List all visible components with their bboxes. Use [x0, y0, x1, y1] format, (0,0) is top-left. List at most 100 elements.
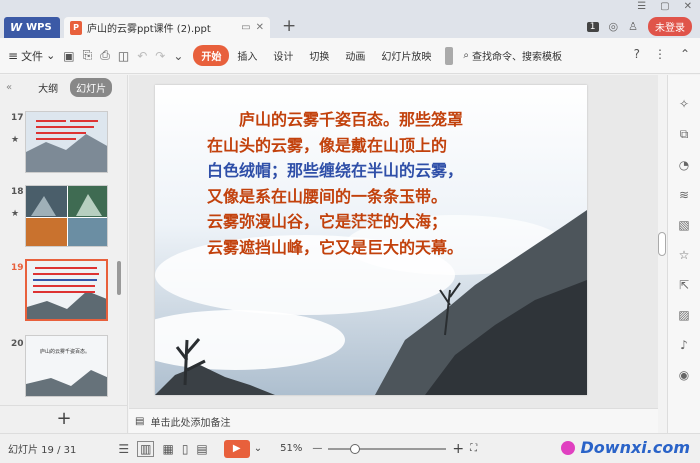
fit-window-icon[interactable]: ⛶	[470, 443, 477, 454]
slide-thumbnail[interactable]: 庐山的云雾千姿百态。	[25, 335, 108, 397]
poem-line: 又像是系在山腰间的一条条玉带。	[207, 186, 448, 206]
menu-icon[interactable]: ☰	[637, 1, 646, 12]
skin-icon[interactable]: ◎	[609, 20, 619, 33]
preview-icon[interactable]: ◫	[118, 49, 129, 63]
note-icon: ▤	[135, 415, 145, 427]
quick-access-toolbar: ▣ ⎘ ⎙ ◫ ↶ ↷ ⌄	[63, 48, 183, 63]
poem-line: 在山头的云雾，像是戴在山顶上的	[207, 135, 448, 155]
page-count-badge: 1	[586, 21, 599, 32]
play-options-icon[interactable]: ⌄	[254, 443, 262, 454]
shirt-icon[interactable]: ♙	[628, 20, 638, 33]
list-view-icon[interactable]: ☰	[118, 442, 129, 456]
poem-line: 云雾遮挡山峰，它又是巨大的天幕。	[207, 237, 464, 257]
tab-home[interactable]: 开始	[193, 45, 230, 66]
thumbnail-image	[27, 261, 106, 319]
document-tab-title: 庐山的云雾ppt课件 (2).ppt	[87, 24, 211, 35]
login-button[interactable]: 未登录	[648, 17, 692, 36]
more-vertical-icon[interactable]: ⋮	[654, 47, 666, 61]
command-search[interactable]: ⌕ 查找命令、搜索模板	[463, 48, 562, 63]
zoom-out-button[interactable]: —	[312, 443, 322, 454]
magic-wand-icon[interactable]: ✧	[679, 97, 689, 111]
command-search-label: 查找命令、搜索模板	[471, 52, 562, 63]
ppt-file-icon: P	[70, 20, 82, 35]
shape-icon[interactable]: ◔	[679, 158, 689, 172]
zoom-slider[interactable]	[328, 443, 447, 454]
thumbnail-text: 庐山的云雾千姿百态。	[40, 349, 91, 355]
notes-bar[interactable]: ▤ 单击此处添加备注	[129, 408, 658, 433]
star-icon: ★	[11, 209, 20, 219]
slide-number: 17	[11, 113, 24, 123]
notes-view-icon[interactable]: ▤	[196, 442, 207, 456]
thumbnail-image	[26, 186, 107, 246]
file-menu-label: 文件	[21, 49, 44, 63]
slide-thumbnail[interactable]	[25, 185, 108, 247]
zoom-in-button[interactable]: +	[452, 441, 464, 457]
animation-icon[interactable]: ♪	[680, 338, 688, 352]
tab-outline[interactable]: 大纲	[32, 78, 64, 97]
close-tab-icon[interactable]: ✕	[256, 22, 264, 33]
collapse-panel-icon[interactable]: «	[6, 82, 12, 93]
hamburger-icon: ≡	[8, 48, 19, 63]
title-bar: ☰ ▢ ✕ W WPS P 庐山的云雾ppt课件 (2).ppt ▭ ✕ + 1…	[0, 0, 700, 38]
minimize-icon[interactable]: ▢	[660, 1, 669, 12]
wps-logo-icon: W	[10, 21, 23, 34]
slide-number: 18	[11, 187, 24, 197]
zoom-level[interactable]: 51%	[280, 443, 302, 454]
current-slide[interactable]: 庐山的云雾千姿百态。那些笼罩 在山头的云雾，像是戴在山顶上的 白色绒帽；那些缠绕…	[155, 85, 587, 395]
picture-icon[interactable]: ▨	[678, 308, 689, 322]
slide-panel-scrollbar[interactable]	[117, 261, 121, 295]
logo-icon	[560, 440, 575, 455]
print-icon[interactable]: ⎙	[100, 48, 110, 63]
tab-slideshow[interactable]: 幻灯片放映	[373, 45, 439, 66]
file-menu[interactable]: ≡ 文件 ⌄	[8, 48, 55, 64]
ribbon-menu-bar: ≡ 文件 ⌄ ▣ ⎘ ⎙ ◫ ↶ ↷ ⌄ 开始 插入 设计 切换 动画 幻灯片放…	[0, 38, 700, 74]
collapse-ribbon-icon[interactable]: ⌃	[680, 47, 690, 61]
adjust-icon[interactable]: ≋	[679, 188, 689, 202]
add-slide-button[interactable]: +	[0, 405, 128, 433]
menubar-right: ? ⋮ ⌃	[634, 47, 690, 61]
sorter-view-icon[interactable]: ▦	[162, 442, 173, 456]
more-chevron-icon[interactable]: ⌄	[173, 49, 183, 63]
slide-panel: « 大纲 幻灯片 17 ★ 18 ★ 19 20 庐山的云雾千姿百态。	[0, 75, 128, 433]
new-tab-button[interactable]: +	[282, 16, 296, 36]
undo-icon[interactable]: ↶	[137, 49, 147, 63]
tab-slides[interactable]: 幻灯片	[70, 77, 113, 97]
normal-view-icon[interactable]: ▥	[137, 440, 155, 457]
image-tool-icon[interactable]: ▧	[678, 218, 689, 232]
slide-number: 20	[11, 339, 24, 349]
backup-icon[interactable]: ◉	[679, 368, 689, 382]
slide-number: 19	[11, 263, 24, 273]
close-window-icon[interactable]: ✕	[684, 1, 692, 12]
save-icon[interactable]: ▣	[63, 49, 74, 63]
search-icon: ⌕	[463, 50, 469, 61]
ribbon-scroll-handle[interactable]	[445, 46, 454, 65]
redo-icon[interactable]: ↷	[155, 49, 165, 63]
help-icon[interactable]: ?	[634, 47, 640, 61]
window-controls: ☰ ▢ ✕	[637, 1, 692, 12]
thumbnail-image	[26, 336, 107, 396]
zoom-slider-knob[interactable]	[349, 443, 360, 454]
document-tab[interactable]: P 庐山的云雾ppt课件 (2).ppt ▭ ✕	[64, 17, 270, 38]
chevron-down-icon: ⌄	[46, 49, 56, 62]
slide-thumbnail[interactable]	[25, 111, 108, 173]
tab-transition[interactable]: 切换	[301, 45, 337, 66]
tab-animation[interactable]: 动画	[337, 45, 373, 66]
play-slideshow-button[interactable]: ▶	[223, 439, 250, 458]
canvas-scrollbar[interactable]	[658, 232, 666, 256]
export-icon[interactable]: ⎘	[83, 48, 93, 63]
menu-tabs: 开始 插入 设计 切换 动画 幻灯片放映	[193, 45, 439, 66]
slide-thumbnail[interactable]	[25, 259, 108, 321]
tab-design[interactable]: 设计	[265, 45, 301, 66]
star-icon: ★	[11, 135, 20, 145]
reading-view-icon[interactable]: ▯	[182, 442, 189, 456]
copy-icon[interactable]: ⧉	[680, 127, 689, 142]
slide-text-box[interactable]: 庐山的云雾千姿百态。那些笼罩 在山头的云雾，像是戴在山顶上的 白色绒帽；那些缠绕…	[207, 107, 567, 260]
tab-insert[interactable]: 插入	[229, 45, 265, 66]
slide-panel-tabs: « 大纲 幻灯片	[0, 75, 127, 99]
star-tool-icon[interactable]: ☆	[679, 248, 690, 262]
share-icon[interactable]: ⇱	[679, 278, 689, 292]
monitor-icon[interactable]: ▭	[241, 22, 250, 33]
view-switcher: ☰ ▥ ▦ ▯ ▤	[118, 440, 208, 457]
app-tab[interactable]: W WPS	[4, 17, 60, 38]
notes-placeholder: 单击此处添加备注	[150, 417, 231, 429]
